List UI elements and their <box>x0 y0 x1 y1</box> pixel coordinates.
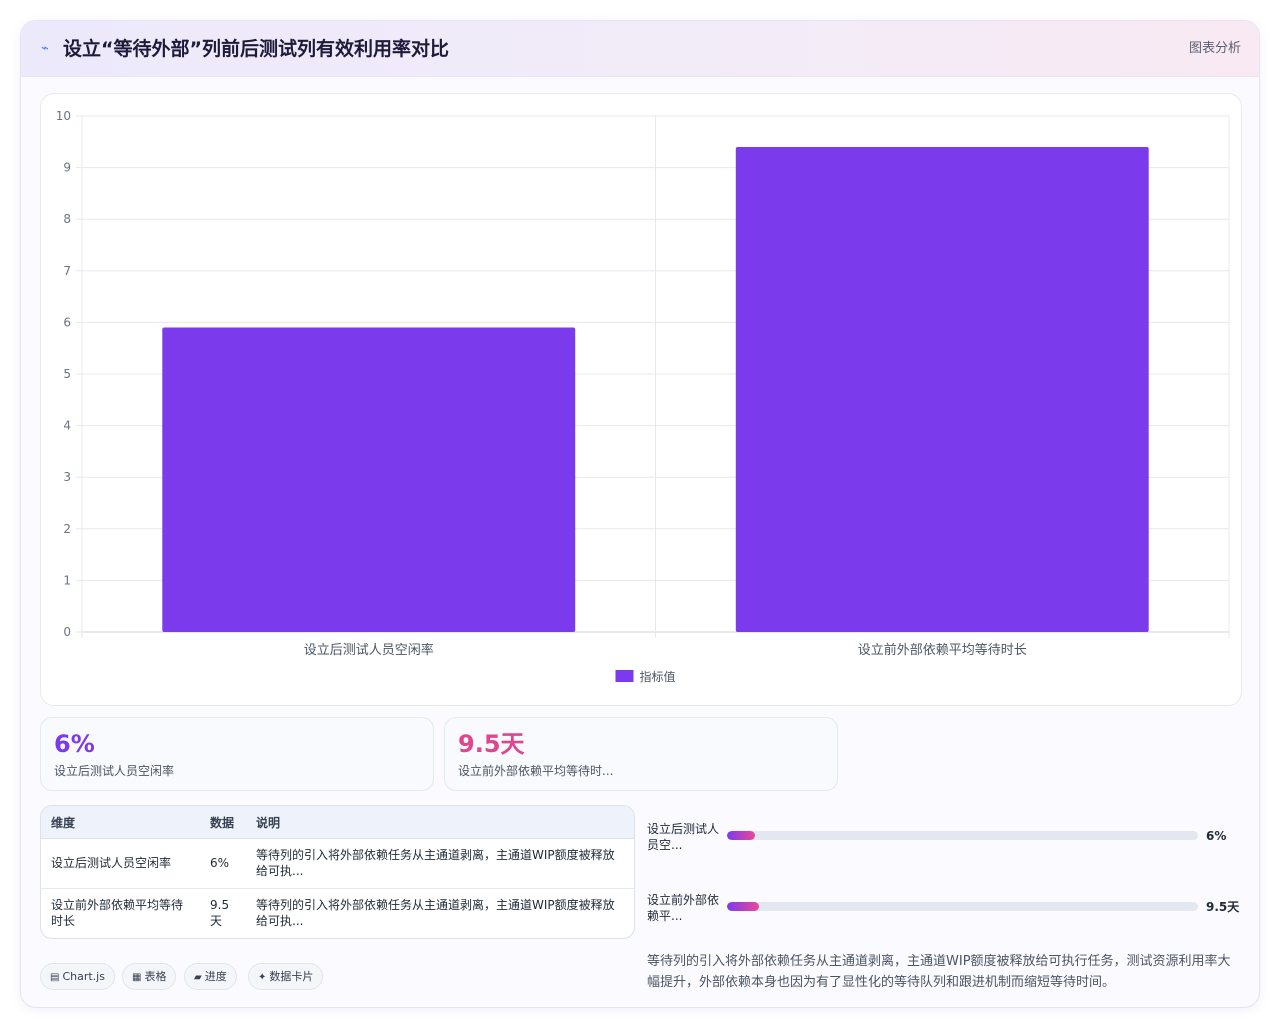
table-cell-data: 6% <box>210 856 230 870</box>
y-tick-label: 4 <box>63 419 71 433</box>
table-cell-data: 9.5 天 <box>210 897 229 929</box>
y-tick-label: 1 <box>63 573 71 587</box>
stat-label: 设立前外部依赖平均等待时... <box>458 764 614 778</box>
table-cell-dimension: 设立前外部依赖平均等待 时长 <box>51 897 183 929</box>
progress-track <box>727 902 1198 911</box>
chip-label: 表格 <box>144 970 167 983</box>
progress-item: 设立前外部依 赖平... 9.5天 <box>647 892 1247 926</box>
x-tick-label: 设立后测试人员空闲率 <box>304 642 434 658</box>
chart-icon: ▤ <box>50 972 60 983</box>
dimension-line: 时长 <box>51 914 76 928</box>
y-tick-label: 6 <box>63 315 71 329</box>
table-icon: ▦ <box>132 972 142 983</box>
chip-label: 数据卡片 <box>269 970 314 983</box>
progress-list: 设立后测试人 员空... 6% 设立前外部依 赖平... 9.5天 <box>647 817 1247 937</box>
legend-swatch <box>615 670 634 682</box>
summary-text: 等待列的引入将外部依赖任务从主通道剥离，主通道WIP额度被释放给可执行任务，测试… <box>647 951 1237 993</box>
column-header-dimension: 维度 <box>51 816 76 830</box>
y-tick-label: 8 <box>63 212 71 226</box>
chart-legend[interactable]: 指标值 <box>615 669 676 684</box>
progress-fill <box>727 902 760 911</box>
data-line: 9.5 <box>210 898 230 912</box>
data-table: 维度 数据 说明 设立后测试人员空闲率 6% 等待列的引入将外部依赖任务从主通道… <box>40 805 635 939</box>
y-tick-label: 3 <box>63 470 71 484</box>
table-cell-dimension: 设立后测试人员空闲率 <box>51 856 172 870</box>
sparkle-icon: ✦ <box>258 972 267 983</box>
summary-line: 等待列的引入将外部依赖任务从主通道剥离，主通道WIP额度被释放给可执行任务，测试… <box>647 954 1231 969</box>
bar <box>735 146 1149 632</box>
chart-card: ⌁ 设立“等待外部”列前后测试列有效利用率对比 图表分析 0 1 2 3 4 5 6 7 8 9 1… <box>20 20 1260 1008</box>
data-line: 天 <box>210 914 223 928</box>
progress-label-line: 设立后测试人 <box>647 822 720 836</box>
progress-fill <box>727 831 756 840</box>
note-line: 等待列的引入将外部依赖任务从主通道剥离，主通道WIP额度被释放 <box>256 848 615 862</box>
summary-line: 幅提升，外部依赖本身也因为有了显性化的等待队列和跟进机制而缩短等待时间。 <box>647 975 1116 990</box>
table-row: 设立后测试人员空闲率 6% 等待列的引入将外部依赖任务从主通道剥离，主通道WIP… <box>41 839 634 888</box>
y-tick-label: 10 <box>56 109 71 123</box>
y-tick-label: 7 <box>63 264 71 278</box>
chart-analysis-tag: 图表分析 <box>1188 41 1241 56</box>
table-header: 维度 数据 说明 <box>41 806 634 839</box>
stat-card-idle-rate: 6% 设立后测试人员空闲率 <box>40 717 434 791</box>
progress-label-line: 设立前外部依 <box>647 893 720 907</box>
chart-line-icon: ⌁ <box>41 41 49 56</box>
progress-track <box>727 831 1198 840</box>
note-line: 等待列的引入将外部依赖任务从主通道剥离，主通道WIP额度被释放 <box>256 898 615 912</box>
legend-label: 指标值 <box>640 669 676 684</box>
y-tick-label: 2 <box>63 522 71 536</box>
stat-value: 6% <box>54 730 95 758</box>
chip-label: 进度 <box>204 970 227 983</box>
chip-chartjs[interactable]: ▤ Chart.js <box>40 963 115 990</box>
progress-label-line: 赖平... <box>647 909 683 923</box>
note-line: 给可执... <box>256 864 304 878</box>
note-line: 给可执... <box>256 914 304 928</box>
progress-label: 设立后测试人 员空... <box>647 821 723 853</box>
progress-value: 6% <box>1206 829 1227 843</box>
progress-label: 设立前外部依 赖平... <box>647 892 723 924</box>
column-header-note: 说明 <box>256 816 281 830</box>
table-row: 设立前外部依赖平均等待 时长 9.5 天 等待列的引入将外部依赖任务从主通道剥离… <box>41 888 634 937</box>
table-cell-note: 等待列的引入将外部依赖任务从主通道剥离，主通道WIP额度被释放 给可执... <box>256 847 626 879</box>
bar-chart: 0 1 2 3 4 5 6 7 8 9 10 设立后测试人员空闲率 设立前外部依赖平均等待时长 指标值 <box>40 93 1242 706</box>
progress-value: 9.5天 <box>1206 900 1240 914</box>
progress-item: 设立后测试人 员空... 6% <box>647 821 1247 855</box>
stat-value: 9.5天 <box>458 730 525 758</box>
table-cell-note: 等待列的引入将外部依赖任务从主通道剥离，主通道WIP额度被释放 给可执... <box>256 897 626 929</box>
y-tick-label: 9 <box>63 161 71 175</box>
stat-label: 设立后测试人员空闲率 <box>54 764 175 778</box>
progress-icon: ▰ <box>194 972 202 983</box>
stat-card-wait-time: 9.5天 设立前外部依赖平均等待时... <box>444 717 838 791</box>
chip-table[interactable]: ▦ 表格 <box>122 963 177 990</box>
bar-chart-svg: 0 1 2 3 4 5 6 7 8 9 10 设立后测试人员空闲率 设立前外部依赖平均等待时长 指标值 <box>56 109 1230 684</box>
chip-label: Chart.js <box>62 970 105 983</box>
chip-progress[interactable]: ▰ 进度 <box>184 963 237 990</box>
card-header: ⌁ 设立“等待外部”列前后测试列有效利用率对比 图表分析 <box>21 21 1259 77</box>
page-title: 设立“等待外部”列前后测试列有效利用率对比 <box>63 38 449 60</box>
y-tick-label: 5 <box>63 367 71 381</box>
dimension-line: 设立前外部依赖平均等待 <box>51 898 184 912</box>
y-tick-label: 0 <box>63 625 71 639</box>
x-tick-label: 设立前外部依赖平均等待时长 <box>858 642 1027 658</box>
chip-data-cards[interactable]: ✦ 数据卡片 <box>248 963 324 990</box>
progress-label-line: 员空... <box>647 838 683 852</box>
column-header-data: 数据 <box>210 816 235 830</box>
bar <box>162 327 576 632</box>
